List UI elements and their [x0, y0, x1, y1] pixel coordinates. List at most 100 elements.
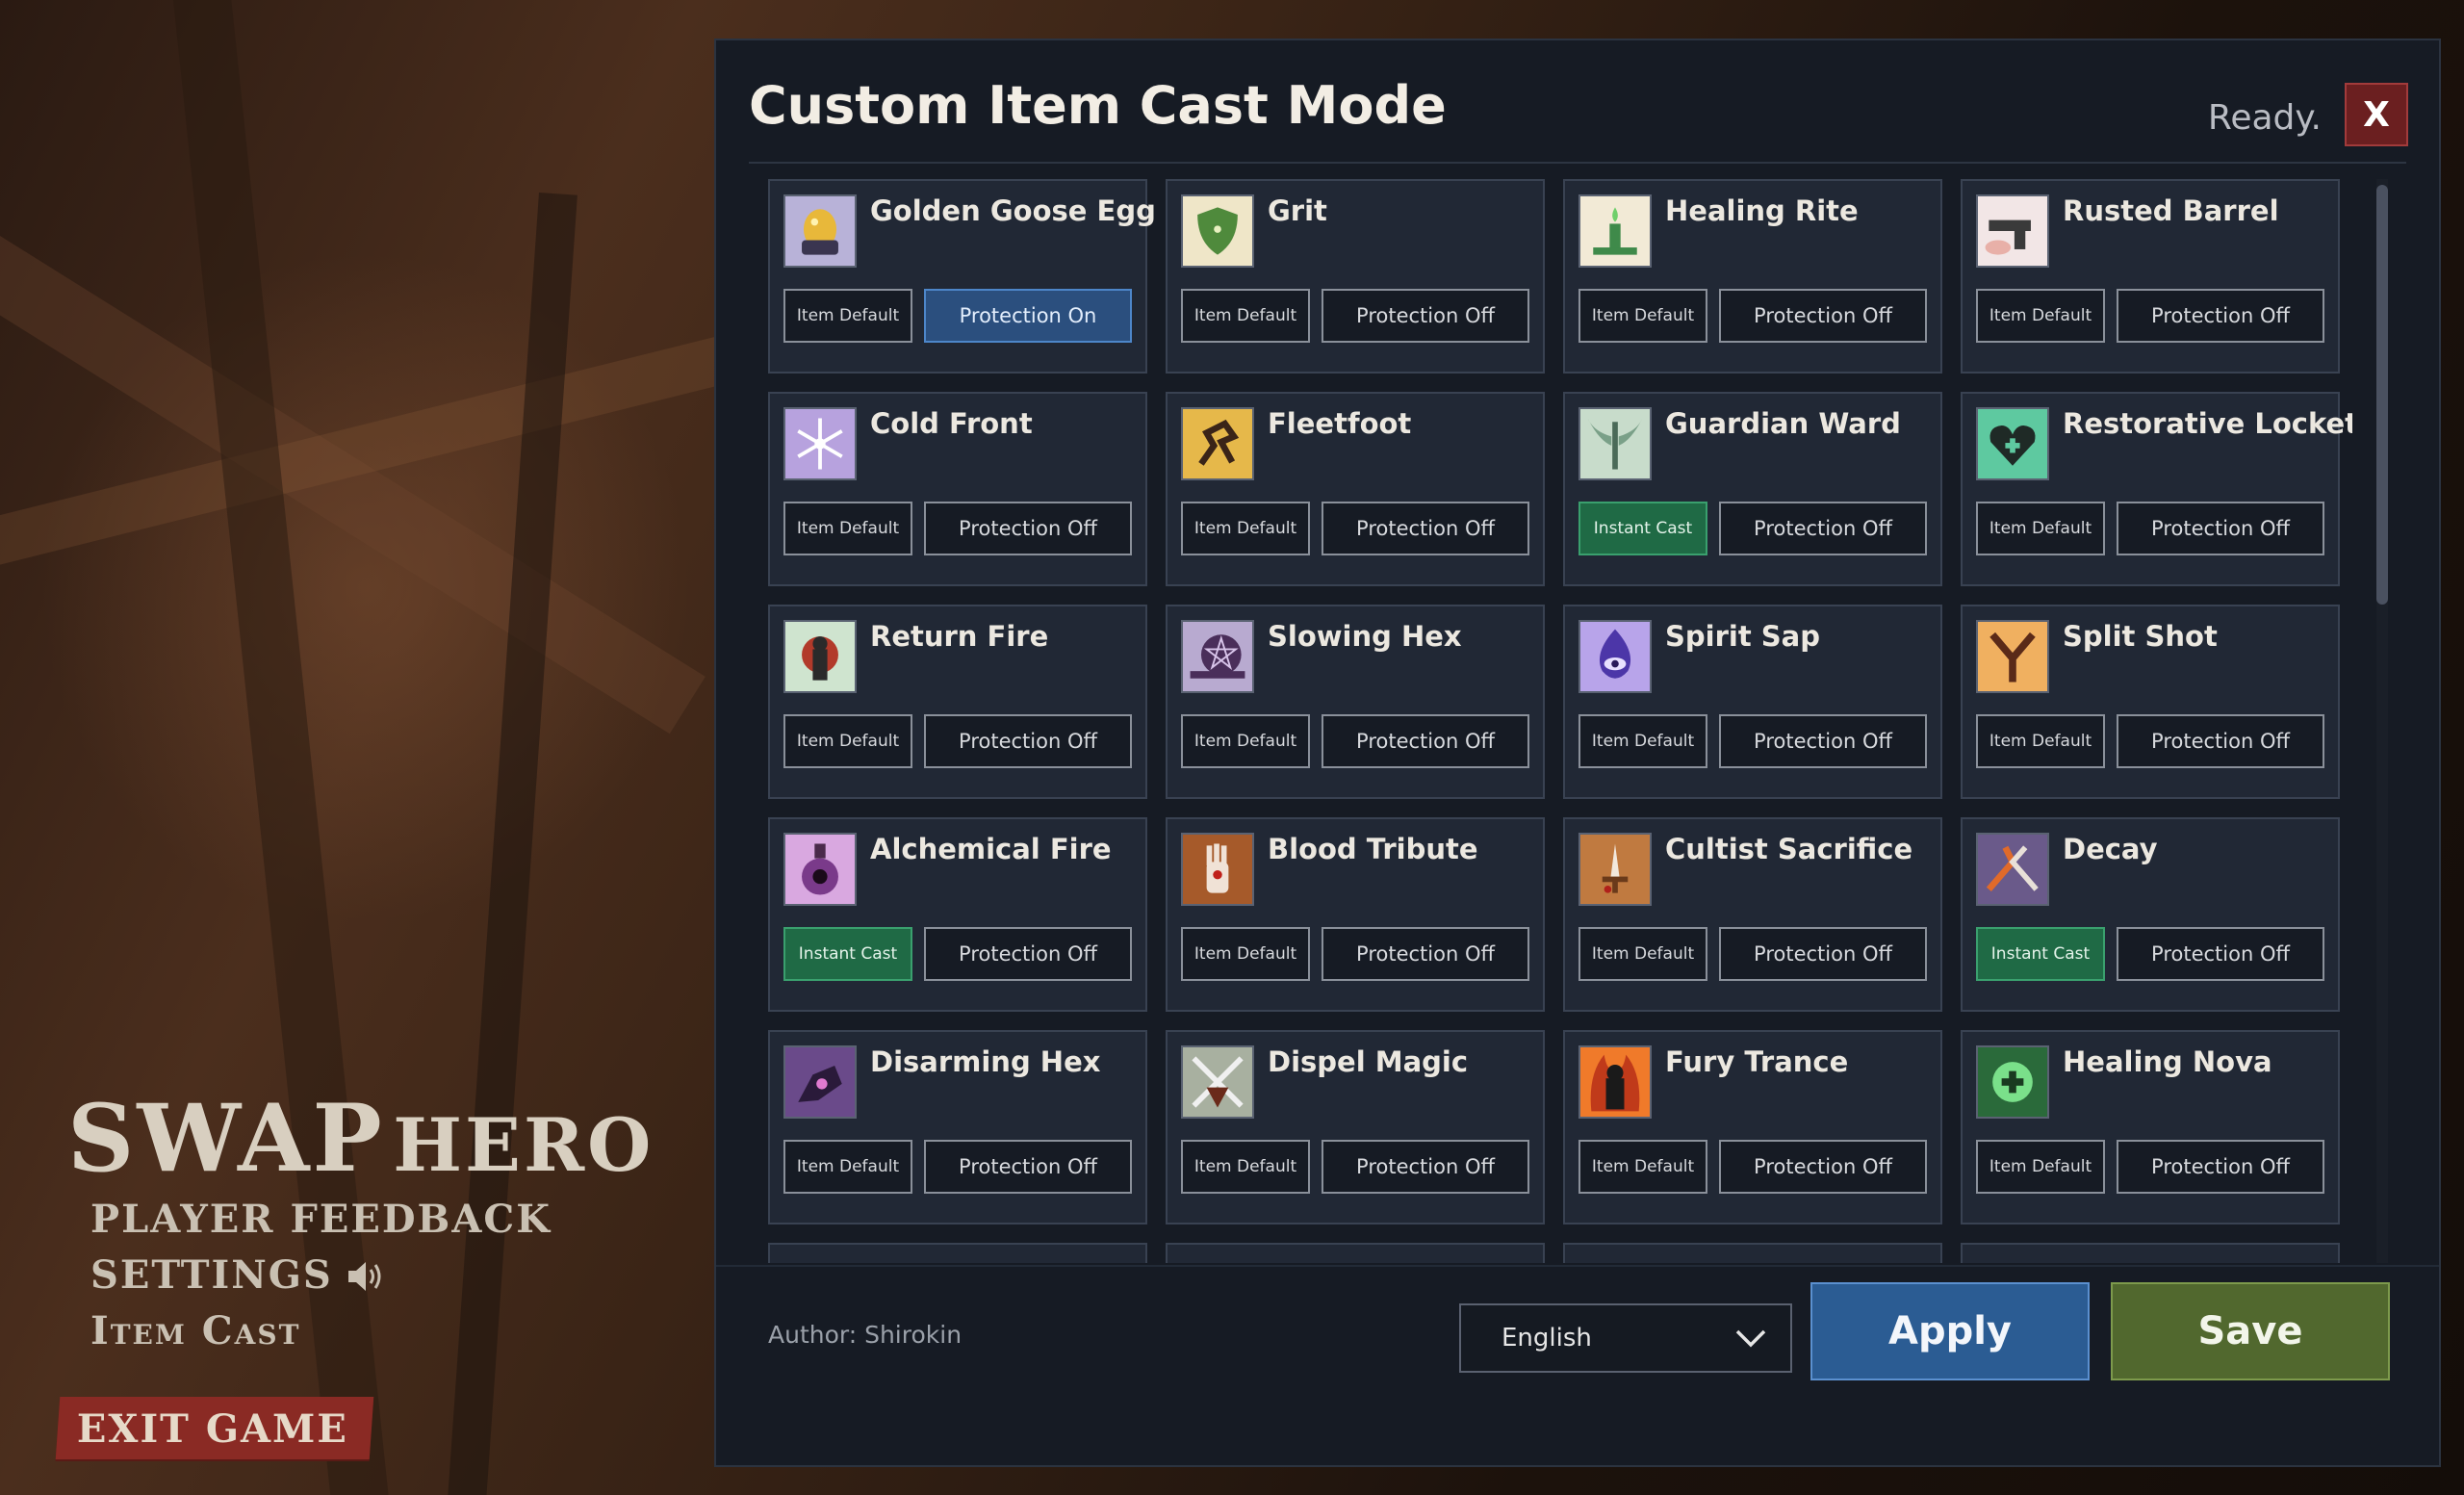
language-select[interactable]: English: [1459, 1303, 1792, 1373]
chevron-down-icon: [1734, 1327, 1767, 1348]
protection-toggle[interactable]: Protection Off: [1322, 714, 1529, 768]
cast-mode-button[interactable]: Instant Cast: [783, 927, 912, 981]
item-card-slowing-hex: Slowing Hex Item Default Protection Off: [1166, 605, 1545, 799]
protection-toggle[interactable]: Protection Off: [2117, 927, 2324, 981]
bleeding-hand-icon: [1181, 833, 1254, 906]
cast-mode-button[interactable]: Item Default: [783, 289, 912, 343]
protection-toggle[interactable]: Protection Off: [2117, 502, 2324, 555]
cast-mode-button[interactable]: Item Default: [783, 714, 912, 768]
author-credit: Author: Shirokin: [768, 1321, 962, 1349]
protection-toggle[interactable]: Protection Off: [924, 1140, 1132, 1194]
cast-mode-button[interactable]: Instant Cast: [1578, 502, 1707, 555]
item-card-fleetfoot: Fleetfoot Item Default Protection Off: [1166, 392, 1545, 586]
protection-toggle[interactable]: Protection Off: [1719, 714, 1927, 768]
shield-icon: [1181, 194, 1254, 268]
nova-burst-icon: [1976, 1045, 2049, 1119]
protection-toggle[interactable]: Protection Off: [1719, 502, 1927, 555]
potion-icon: [783, 833, 857, 906]
cast-mode-button[interactable]: Item Default: [1181, 714, 1310, 768]
game-logo-main: SWAP: [67, 1084, 385, 1193]
scrollbar-thumb[interactable]: [2376, 185, 2388, 605]
menu-item-item-cast[interactable]: Item Cast: [90, 1308, 300, 1353]
title-divider: [749, 162, 2406, 164]
protection-toggle[interactable]: Protection Off: [1322, 1140, 1529, 1194]
item-card-grit: Grit Item Default Protection Off: [1166, 179, 1545, 374]
flaming-figure-icon: [1578, 1045, 1652, 1119]
protection-toggle[interactable]: Protection Off: [1719, 1140, 1927, 1194]
cast-mode-button[interactable]: Item Default: [1181, 289, 1310, 343]
exit-game-label: EXIT GAME: [76, 1406, 348, 1452]
cast-mode-button[interactable]: Item Default: [1181, 1140, 1310, 1194]
menu-item-player-feedback[interactable]: PLAYER FEEDBACK: [90, 1197, 552, 1242]
cast-mode-button[interactable]: Instant Cast: [1976, 927, 2105, 981]
item-card-healing-nova: Healing Nova Item Default Protection Off: [1961, 1030, 2340, 1224]
protection-toggle[interactable]: Protection Off: [924, 714, 1132, 768]
protection-toggle[interactable]: Protection Off: [1322, 289, 1529, 343]
item-name: Cold Front: [870, 407, 1033, 440]
item-card-decay: Decay Instant Cast Protection Off: [1961, 817, 2340, 1012]
item-card-restorative-locket: Restorative Locket Item Default Protection…: [1961, 392, 2352, 586]
menu-item-settings[interactable]: SETTINGS: [90, 1252, 385, 1298]
item-name: Rusted Barrel: [2063, 194, 2279, 227]
winged-sword-icon: [1578, 407, 1652, 480]
item-list-scrollbar[interactable]: [2376, 179, 2388, 1263]
cast-mode-button[interactable]: Item Default: [1181, 927, 1310, 981]
protection-toggle[interactable]: Protection Off: [2117, 714, 2324, 768]
protection-toggle[interactable]: Protection Off: [2117, 289, 2324, 343]
pistol-icon: [1976, 194, 2049, 268]
cast-mode-button[interactable]: Item Default: [1976, 1140, 2105, 1194]
snail-pentagram-icon: [1181, 620, 1254, 693]
protection-toggle[interactable]: Protection Off: [924, 502, 1132, 555]
protection-toggle[interactable]: Protection Off: [1322, 927, 1529, 981]
cast-mode-button[interactable]: Item Default: [783, 1140, 912, 1194]
menu-item-settings-label: SETTINGS: [90, 1252, 333, 1298]
cast-mode-button[interactable]: Item Default: [1578, 289, 1707, 343]
item-name: Cultist Sacrifice: [1665, 833, 1913, 865]
close-button[interactable]: X: [2345, 83, 2408, 146]
dialog-title: Custom Item Cast Mode: [749, 75, 1447, 136]
cast-mode-button[interactable]: Item Default: [1976, 289, 2105, 343]
cast-mode-button[interactable]: Item Default: [783, 502, 912, 555]
item-card-disarming-hex: Disarming Hex Item Default Protection Off: [768, 1030, 1147, 1224]
item-name: Golden Goose Egg: [870, 194, 1156, 227]
save-button[interactable]: Save: [2111, 1282, 2390, 1380]
cast-mode-button[interactable]: Item Default: [1976, 502, 2105, 555]
item-card-guardian-ward: Guardian Ward Instant Cast Protection Off: [1563, 392, 1942, 586]
custom-item-cast-dialog: Custom Item Cast Mode Ready. X Golden Go…: [714, 39, 2441, 1467]
item-name: Split Shot: [2063, 620, 2218, 653]
eye-flame-icon: [1578, 620, 1652, 693]
item-name: Blood Tribute: [1268, 833, 1478, 865]
running-figure-icon: [1181, 407, 1254, 480]
item-name: Dispel Magic: [1268, 1045, 1469, 1078]
protection-toggle[interactable]: Protection On: [924, 289, 1132, 343]
protection-toggle[interactable]: Protection Off: [2117, 1140, 2324, 1194]
status-text: Ready.: [2207, 98, 2322, 138]
golden-egg-icon: [783, 194, 857, 268]
protection-toggle[interactable]: Protection Off: [1719, 289, 1927, 343]
item-name: Restorative Locket: [2063, 407, 2352, 440]
cast-mode-button[interactable]: Item Default: [1181, 502, 1310, 555]
item-card-blood-tribute: Blood Tribute Item Default Protection Off: [1166, 817, 1545, 1012]
cast-mode-button[interactable]: Item Default: [1578, 1140, 1707, 1194]
apply-button[interactable]: Apply: [1810, 1282, 2090, 1380]
split-arrows-icon: [1976, 620, 2049, 693]
item-list[interactable]: Golden Goose Egg Item Default Protection O…: [768, 179, 2352, 1263]
item-name: Grit: [1268, 194, 1327, 227]
item-name: Alchemical Fire: [870, 833, 1112, 865]
hex-hand-icon: [783, 1045, 857, 1119]
cast-mode-button[interactable]: Item Default: [1976, 714, 2105, 768]
protection-toggle[interactable]: Protection Off: [924, 927, 1132, 981]
item-card-return-fire: Return Fire Item Default Protection Off: [768, 605, 1147, 799]
exit-game-button[interactable]: EXIT GAME: [55, 1397, 374, 1459]
item-card-partial: [1166, 1243, 1545, 1263]
item-card-alchemical-fire: Alchemical Fire Instant Cast Protection Of…: [768, 817, 1147, 1012]
game-logo-sub: HERO: [393, 1102, 654, 1188]
item-name: Healing Rite: [1665, 194, 1859, 227]
protection-toggle[interactable]: Protection Off: [1719, 927, 1927, 981]
cast-mode-button[interactable]: Item Default: [1578, 714, 1707, 768]
protection-toggle[interactable]: Protection Off: [1322, 502, 1529, 555]
item-card-partial: [768, 1243, 1147, 1263]
item-name: Fleetfoot: [1268, 407, 1412, 440]
cast-mode-button[interactable]: Item Default: [1578, 927, 1707, 981]
burst-figure-icon: [783, 620, 857, 693]
